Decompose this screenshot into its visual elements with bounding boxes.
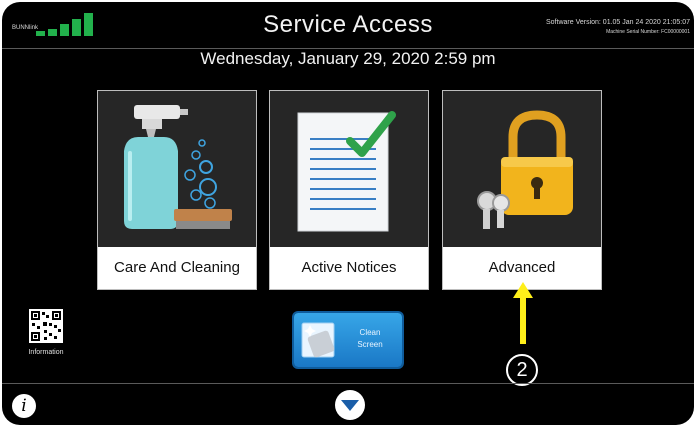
callout-number: 2 [506, 354, 538, 386]
callout-arrow-icon [513, 282, 533, 344]
serial-number: Machine Serial Number: FC00000001 [606, 29, 690, 35]
clean-screen-line1: Clean [359, 328, 381, 337]
padlock-keys-icon [477, 110, 573, 229]
advanced-tile[interactable]: Advanced [442, 90, 602, 290]
service-screen: BUNNlink Service Access Software Version… [2, 2, 694, 425]
date-time: Wednesday, January 29, 2020 2:59 pm [200, 49, 496, 68]
clean-screen-icon [301, 322, 335, 358]
active-notices-tile[interactable]: Active Notices [269, 90, 429, 290]
information-button[interactable]: Information [20, 309, 72, 356]
tile-label-active-notices: Active Notices [270, 247, 428, 289]
tile-label-care-and-cleaning: Care And Cleaning [98, 247, 256, 289]
clean-screen-line2: Screen [357, 340, 383, 349]
qr-code-icon [29, 309, 63, 343]
document-check-icon [297, 111, 396, 232]
software-info: Software Version: 01.05 Jan 24 2020 21:0… [546, 17, 690, 37]
home-chevron-icon[interactable] [334, 389, 366, 421]
clean-screen-button[interactable]: Clean Screen [294, 313, 402, 367]
spray-bottle-icon [124, 105, 232, 229]
software-version: Software Version: 01.05 Jan 24 2020 21:0… [546, 19, 690, 26]
care-and-cleaning-tile[interactable]: Care And Cleaning [97, 90, 257, 290]
information-label: Information [28, 349, 64, 356]
clean-screen-label: Clean Screen [346, 327, 394, 351]
top-bar: BUNNlink Service Access Software Version… [2, 2, 694, 49]
info-icon[interactable]: i [12, 394, 36, 418]
